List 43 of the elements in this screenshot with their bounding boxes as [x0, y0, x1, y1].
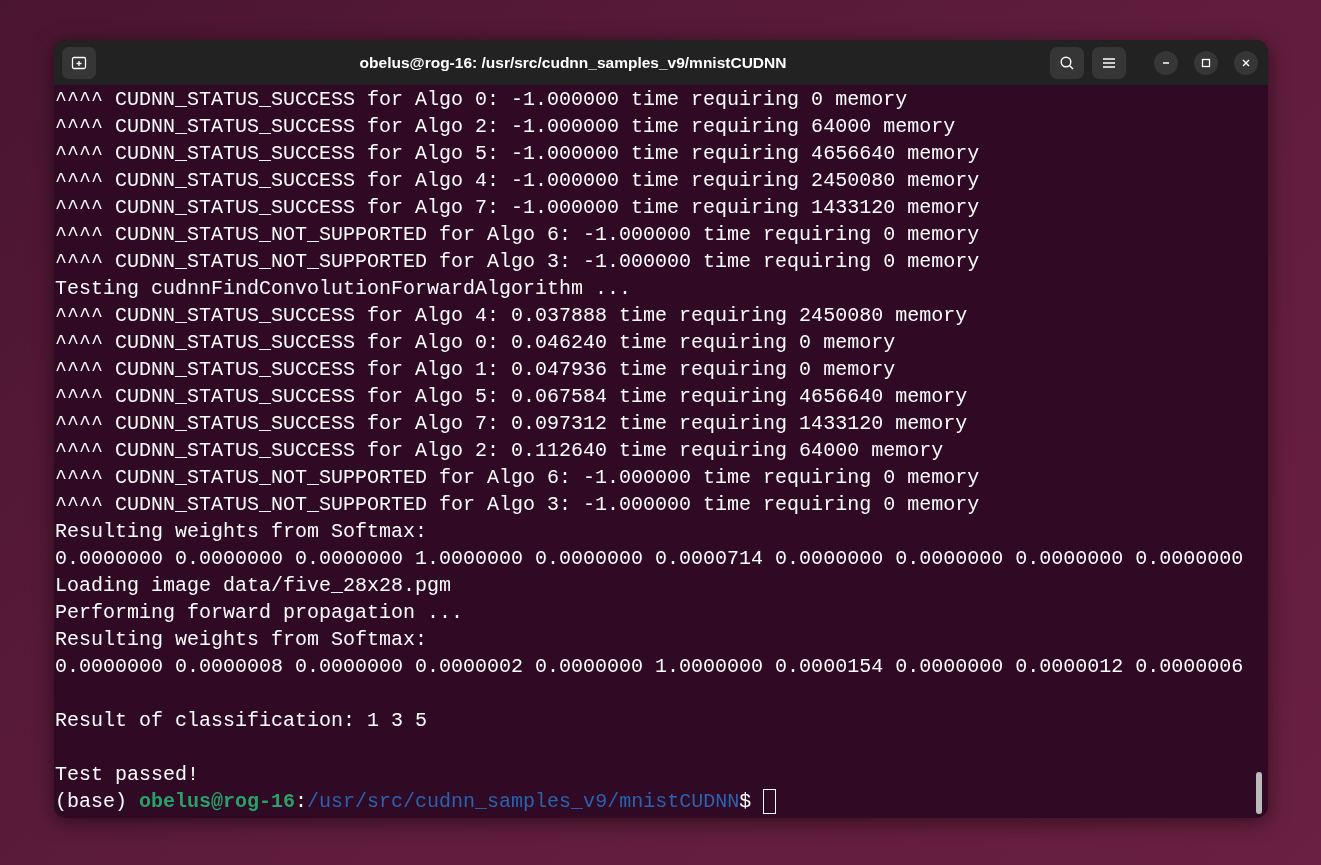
user-host: obelus@rog-16	[139, 790, 296, 813]
close-icon	[1241, 57, 1251, 68]
search-icon	[1059, 54, 1075, 71]
terminal-line: ^^^^ CUDNN_STATUS_NOT_SUPPORTED for Algo 6: -1.000000 time requiring 0 memory	[55, 223, 980, 246]
terminal-line: ^^^^ CUDNN_STATUS_SUCCESS for Algo 7: 0.097312 time requiring 1433120 memory	[55, 412, 968, 435]
terminal-line: ^^^^ CUDNN_STATUS_SUCCESS for Algo 4: 0.037888 time requiring 2450080 memory	[55, 304, 968, 327]
prompt-symbol: $	[739, 790, 752, 813]
terminal-line: ^^^^ CUDNN_STATUS_SUCCESS for Algo 4: -1.000000 time requiring 2450080 memory	[55, 169, 980, 192]
terminal-line: ^^^^ CUDNN_STATUS_SUCCESS for Algo 7: -1.000000 time requiring 1433120 memory	[55, 196, 980, 219]
terminal-line: 0.0000000 0.0000008 0.0000000 0.0000002 0.0000000 1.0000000 0.0000154 0.0000000 0.0000012 0.0000006	[55, 655, 1244, 678]
terminal-line: ^^^^ CUDNN_STATUS_NOT_SUPPORTED for Algo 6: -1.000000 time requiring 0 memory	[55, 466, 980, 489]
terminal-line: 0.0000000 0.0000000 0.0000000 1.0000000 0.0000000 0.0000714 0.0000000 0.0000000 0.0000000 0.0000000	[55, 547, 1244, 570]
terminal-line: ^^^^ CUDNN_STATUS_NOT_SUPPORTED for Algo 3: -1.000000 time requiring 0 memory	[55, 250, 980, 273]
terminal-line: Loading image data/five_28x28.pgm	[55, 574, 452, 597]
maximize-button[interactable]	[1194, 50, 1218, 75]
window-title: obelus@rog-16: /usr/src/cudnn_samples_v9/mnistCUDNN	[358, 52, 788, 73]
menu-button[interactable]	[1092, 46, 1126, 79]
new-tab-icon	[71, 54, 87, 71]
terminal-line: ^^^^ CUDNN_STATUS_SUCCESS for Algo 0: 0.046240 time requiring 0 memory	[55, 331, 896, 354]
menu-icon	[1102, 56, 1116, 69]
scrollbar-thumb[interactable]	[1256, 772, 1262, 814]
close-button[interactable]	[1234, 50, 1258, 75]
minimize-icon	[1162, 61, 1170, 64]
maximize-icon	[1201, 57, 1211, 68]
terminal-line: Resulting weights from Softmax:	[55, 520, 428, 543]
terminal-line: ^^^^ CUDNN_STATUS_SUCCESS for Algo 5: -1.000000 time requiring 4656640 memory	[55, 142, 980, 165]
terminal-line: Performing forward propagation ...	[55, 601, 464, 624]
terminal-line: ^^^^ CUDNN_STATUS_SUCCESS for Algo 0: -1.000000 time requiring 0 memory	[55, 88, 908, 111]
new-tab-button[interactable]	[62, 46, 96, 79]
current-path: /usr/src/cudnn_samples_v9/mnistCUDNN	[307, 790, 740, 813]
terminal-line: ^^^^ CUDNN_STATUS_SUCCESS for Algo 2: -1.000000 time requiring 64000 memory	[55, 115, 956, 138]
terminal-line: Testing cudnnFindConvolutionForwardAlgorithm ...	[55, 277, 632, 300]
terminal-line: ^^^^ CUDNN_STATUS_SUCCESS for Algo 5: 0.067584 time requiring 4656640 memory	[55, 385, 968, 408]
terminal-line: Result of classification: 1 3 5	[55, 709, 428, 732]
cursor	[763, 789, 777, 815]
prompt-separator: :	[295, 790, 308, 813]
terminal-line: Test passed!	[55, 763, 200, 786]
conda-env-label: (base)	[55, 790, 127, 813]
terminal-line: ^^^^ CUDNN_STATUS_SUCCESS for Algo 1: 0.047936 time requiring 0 memory	[55, 358, 896, 381]
terminal-line: Resulting weights from Softmax:	[55, 628, 428, 651]
terminal-line: ^^^^ CUDNN_STATUS_SUCCESS for Algo 2: 0.112640 time requiring 64000 memory	[55, 439, 944, 462]
terminal-line: ^^^^ CUDNN_STATUS_NOT_SUPPORTED for Algo 3: -1.000000 time requiring 0 memory	[55, 493, 980, 516]
search-button[interactable]	[1050, 46, 1084, 79]
